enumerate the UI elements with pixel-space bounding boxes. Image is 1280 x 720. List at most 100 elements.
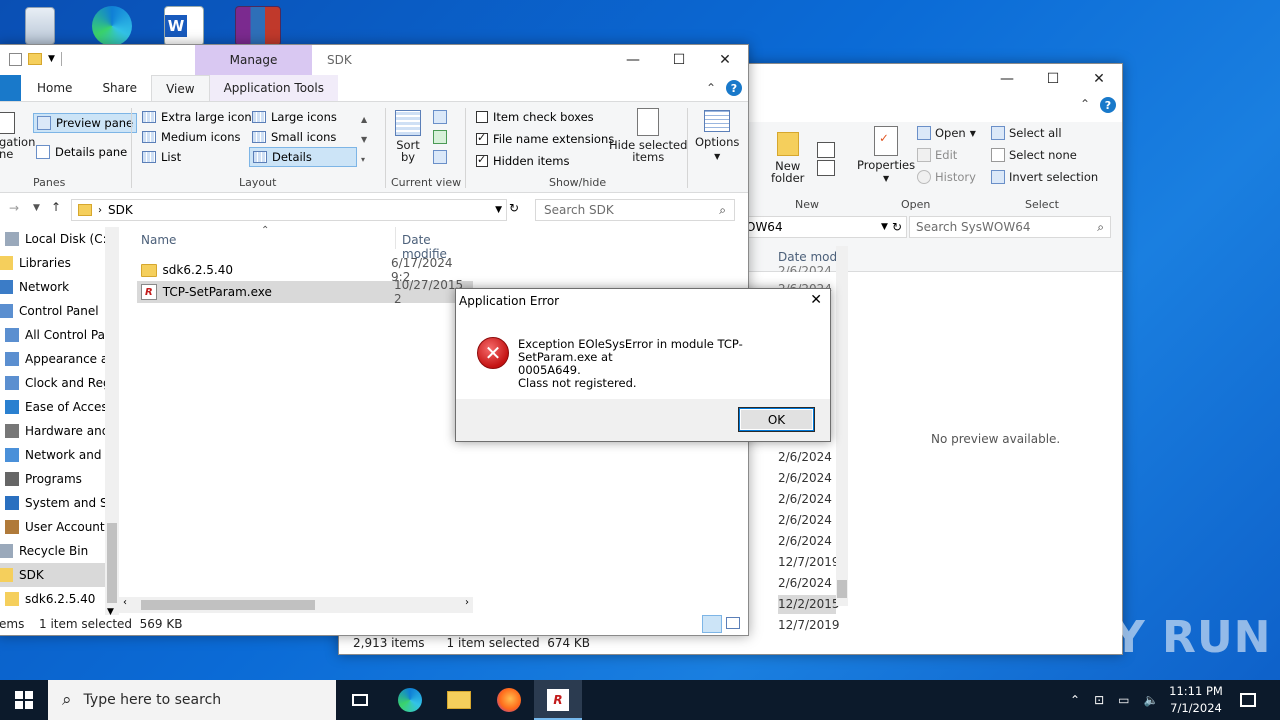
add-columns-icon[interactable]	[433, 130, 447, 144]
layout-scroll-icon[interactable]: ▲ ▼ ▾	[361, 110, 367, 170]
open-button[interactable]: Open ▼	[917, 126, 976, 140]
sidebar-item[interactable]: Programs	[0, 467, 105, 491]
file-list-horizontal-scrollbar[interactable]: ‹ ›	[119, 597, 473, 613]
hidden-items-toggle[interactable]: Hidden items	[473, 151, 572, 171]
minimize-icon[interactable]: —	[610, 45, 656, 75]
sidebar-item[interactable]: Ease of Access	[0, 395, 105, 419]
back-address-bar[interactable]: OW64 ▼ ↻	[739, 216, 907, 238]
sidebar-item[interactable]: Hardware and	[0, 419, 105, 443]
large-icons-option[interactable]: Large icons	[249, 107, 340, 127]
options-button[interactable]: Options ▼	[695, 110, 739, 161]
large-icons-view-icon[interactable]	[726, 617, 740, 629]
show-hidden-icons-icon[interactable]: ⌃	[1070, 693, 1080, 707]
details-view-icon[interactable]	[702, 615, 722, 633]
notifications-button[interactable]	[1224, 680, 1272, 720]
sidebar-item[interactable]: Clock and Regi	[0, 371, 105, 395]
chevron-down-icon[interactable]: ▼	[495, 205, 502, 215]
address-bar[interactable]: › SDK ▼	[71, 199, 507, 221]
maximize-icon[interactable]: ☐	[1030, 64, 1076, 94]
sidebar-item[interactable]: Appearance an	[0, 347, 105, 371]
minimize-icon[interactable]: —	[984, 64, 1030, 94]
sidebar-item[interactable]: System and Se	[0, 491, 105, 515]
properties-quick-icon[interactable]	[9, 52, 22, 66]
invert-selection-button[interactable]: Invert selection	[991, 170, 1098, 184]
ok-button[interactable]: OK	[739, 408, 814, 431]
sidebar-item[interactable]: SDK	[0, 563, 105, 587]
select-none-button[interactable]: Select none	[991, 148, 1077, 162]
taskbar-firefox-button[interactable]	[485, 680, 533, 720]
list-option[interactable]: List	[139, 147, 184, 167]
tab-view[interactable]: View	[151, 75, 210, 101]
new-item-button[interactable]	[817, 142, 835, 176]
tab-manage[interactable]: Manage	[195, 45, 312, 75]
medium-icons-option[interactable]: Medium icons	[139, 127, 243, 147]
collapse-ribbon-icon[interactable]: ⌃	[706, 81, 716, 95]
sidebar-item[interactable]: User Accounts	[0, 515, 105, 539]
small-icons-option[interactable]: Small icons	[249, 127, 339, 147]
task-view-button[interactable]	[336, 680, 384, 720]
sort-by-button[interactable]: Sort by	[395, 110, 421, 163]
group-by-icon[interactable]	[433, 110, 447, 124]
navigation-pane-button[interactable]: gation ne	[0, 112, 35, 160]
network-icon[interactable]: ▭	[1118, 693, 1129, 707]
sidebar-item[interactable]: Libraries	[0, 251, 105, 275]
sidebar-item[interactable]: Recycle Bin	[0, 539, 105, 563]
back-list-scrollbar[interactable]	[836, 246, 848, 606]
recent-locations-icon[interactable]: ▼	[33, 203, 40, 213]
file-name-extensions-toggle[interactable]: File name extensions	[473, 129, 617, 149]
tab-share[interactable]: Share	[88, 75, 151, 101]
close-icon[interactable]: ✕	[810, 292, 822, 308]
details-pane-button[interactable]: Details pane	[33, 142, 130, 162]
collapse-ribbon-icon[interactable]: ⌃	[1080, 97, 1090, 113]
application-error-dialog[interactable]: Application Error ✕ ✕ Exception EOleSysE…	[455, 288, 831, 442]
edit-button[interactable]: Edit	[917, 148, 957, 162]
sidebar-item[interactable]: Control Panel	[0, 299, 105, 323]
size-columns-icon[interactable]	[433, 150, 447, 164]
name-column-header[interactable]: Name	[141, 233, 176, 247]
item-check-boxes-toggle[interactable]: Item check boxes	[473, 107, 597, 127]
help-icon[interactable]: ?	[726, 80, 742, 96]
volume-icon[interactable]: 🔈	[1143, 693, 1158, 707]
taskbar-file-explorer-button[interactable]	[435, 680, 483, 720]
back-search-input[interactable]: Search SysWOW64 ⌕	[909, 216, 1111, 238]
scrollbar-thumb[interactable]	[837, 580, 847, 598]
taskbar-edge-button[interactable]	[386, 680, 434, 720]
navigation-pane-scrollbar[interactable]: ▼	[105, 227, 119, 617]
front-window-titlebar[interactable]: ▼ Manage SDK — ☐ ✕	[0, 45, 748, 75]
new-folder-button[interactable]: New folder	[771, 132, 804, 184]
taskbar-search-box[interactable]: ⌕ Type here to search	[48, 680, 336, 720]
refresh-icon[interactable]: ↻	[509, 201, 519, 215]
network-status-icon[interactable]: ⊡	[1094, 693, 1104, 707]
refresh-icon[interactable]: ↻	[892, 220, 902, 234]
recycle-bin-desktop-icon[interactable]	[14, 4, 66, 48]
start-button[interactable]	[0, 680, 48, 720]
details-option[interactable]: Details	[249, 147, 357, 167]
close-icon[interactable]: ✕	[702, 45, 748, 75]
sidebar-item[interactable]: Network	[0, 275, 105, 299]
select-all-button[interactable]: Select all	[991, 126, 1062, 140]
up-icon[interactable]: ↑	[51, 200, 61, 214]
close-icon[interactable]: ✕	[1076, 64, 1122, 94]
scroll-left-icon[interactable]: ‹	[123, 597, 127, 608]
chevron-down-icon[interactable]: ▼	[881, 222, 888, 232]
taskbar-tcp-setparam-button[interactable]: R	[534, 680, 582, 720]
sidebar-item[interactable]: Local Disk (C:)	[0, 227, 105, 251]
breadcrumb[interactable]: SDK	[108, 203, 133, 217]
hide-selected-items-button[interactable]: Hide selected items	[609, 108, 687, 163]
search-input[interactable]: Search SDK ⌕	[535, 199, 735, 221]
maximize-icon[interactable]: ☐	[656, 45, 702, 75]
edge-desktop-icon[interactable]	[86, 4, 138, 48]
history-button[interactable]: History	[917, 170, 976, 184]
tab-home[interactable]: Home	[21, 75, 88, 101]
sidebar-item[interactable]: All Control Par	[0, 323, 105, 347]
scroll-right-icon[interactable]: ›	[465, 597, 469, 608]
scrollbar-thumb[interactable]	[141, 600, 315, 610]
winrar-desktop-icon[interactable]	[232, 4, 284, 48]
folder-quick-icon[interactable]	[28, 53, 42, 65]
extra-large-icons-option[interactable]: Extra large icons	[139, 107, 261, 127]
forward-icon[interactable]: →	[9, 201, 19, 215]
preview-pane-button[interactable]: Preview pane	[33, 113, 138, 133]
scrollbar-thumb[interactable]	[107, 523, 117, 603]
date-column-header[interactable]: Date mod	[778, 250, 837, 264]
customize-quick-access-icon[interactable]: ▼	[48, 54, 55, 64]
